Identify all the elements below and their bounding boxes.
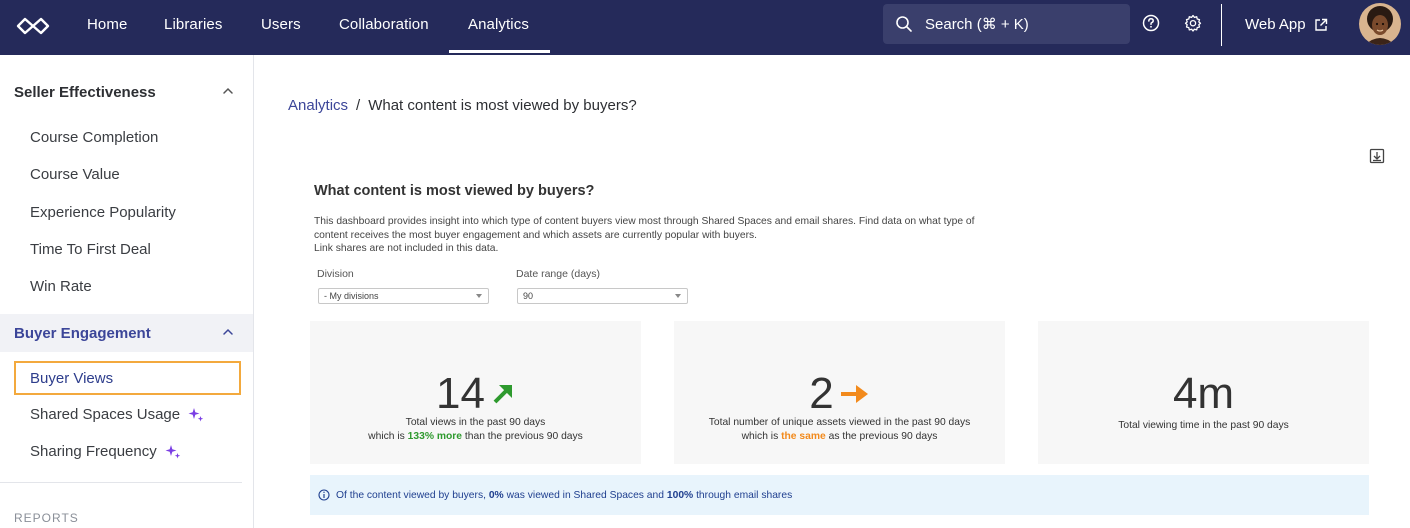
info-icon [318, 489, 330, 501]
nav-divider [1221, 4, 1222, 46]
sparkle-icon [165, 444, 180, 458]
avatar[interactable] [1359, 3, 1401, 45]
gear-icon[interactable] [1184, 14, 1202, 32]
kpi-value: 4m [1172, 369, 1235, 418]
kpi-description: Total views in the past 90 days which is… [310, 416, 641, 444]
nav-users[interactable]: Users [261, 0, 301, 55]
info-middle: was viewed in Shared Spaces and [503, 489, 667, 501]
kpi-comparison: which is 133% more than the previous 90 … [310, 430, 641, 444]
kpi-comparison-suffix: as the previous 90 days [825, 431, 938, 442]
avatar-image [1359, 3, 1401, 45]
sparkle-icon [188, 407, 204, 421]
search-icon [896, 16, 912, 32]
date-range-label: Date range (days) [516, 268, 601, 280]
nav-home[interactable]: Home [87, 0, 127, 55]
help-icon[interactable] [1142, 14, 1160, 32]
sidebar-item-experience-popularity[interactable]: Experience Popularity [30, 204, 176, 221]
sidebar-item-win-rate[interactable]: Win Rate [30, 278, 92, 295]
chevron-down-icon [476, 294, 482, 298]
sidebar-item-label: Shared Spaces Usage [30, 406, 181, 423]
division-label: Division [317, 268, 354, 280]
sidebar-item-course-value[interactable]: Course Value [30, 166, 120, 183]
info-suffix: through email shares [693, 489, 793, 501]
arrow-up-right-icon [493, 385, 512, 404]
description-line: Link shares are not included in this dat… [314, 243, 499, 254]
chevron-up-icon [223, 87, 233, 94]
kpi-value-row: 4m [1038, 369, 1369, 419]
web-app-label: Web App [1245, 16, 1306, 33]
sidebar-item-label: Sharing Frequency [30, 443, 157, 460]
section-seller-effectiveness[interactable]: Seller Effectiveness [0, 73, 253, 111]
section-title: Buyer Engagement [14, 324, 151, 342]
download-icon[interactable] [1369, 148, 1385, 164]
breadcrumb: Analytics / What content is most viewed … [288, 97, 637, 114]
kpi-description: Total number of unique assets viewed in … [674, 416, 1005, 444]
dashboard-description: This dashboard provides insight into whi… [314, 215, 994, 256]
sidebar: Seller Effectiveness Course Completion C… [0, 55, 254, 528]
search-input[interactable]: Search (⌘ + K) [883, 4, 1130, 44]
arrow-right-icon [840, 385, 868, 403]
breadcrumb-current: What content is most viewed by buyers? [368, 97, 637, 114]
date-range-value: 90 [523, 291, 534, 301]
division-value: - My divisions [324, 291, 379, 301]
kpi-description: Total viewing time in the past 90 days [1038, 419, 1369, 433]
info-text: Of the content viewed by buyers, 0% was … [336, 490, 792, 501]
kpi-change-value: 133% more [407, 431, 463, 442]
section-buyer-engagement[interactable]: Buyer Engagement [0, 314, 253, 352]
logo-icon[interactable] [16, 15, 50, 37]
dashboard-title: What content is most viewed by buyers? [314, 183, 595, 199]
sidebar-item-shared-spaces-usage[interactable]: Shared Spaces Usage [30, 406, 204, 423]
date-range-select[interactable]: 90 [517, 288, 688, 304]
breadcrumb-analytics-link[interactable]: Analytics [288, 97, 348, 114]
division-select[interactable]: - My divisions [318, 288, 489, 304]
reports-label: REPORTS [14, 511, 79, 525]
kpi-line: Total number of unique assets viewed in … [708, 417, 971, 428]
description-line: content receives the most buyer engageme… [314, 229, 758, 241]
shared-spaces-pct: 0% [488, 489, 504, 501]
kpi-value-row: 14 [310, 369, 641, 419]
sidebar-divider [0, 482, 242, 483]
kpi-value: 14 [436, 369, 485, 418]
kpi-card-total-views: 14 Total views in the past 90 days which… [310, 321, 641, 464]
kpi-value-row: 2 [674, 369, 1005, 419]
kpi-card-viewing-time: 4m Total viewing time in the past 90 day… [1038, 321, 1369, 464]
info-banner: Of the content viewed by buyers, 0% was … [310, 475, 1369, 515]
chevron-down-icon [675, 294, 681, 298]
kpi-value: 2 [809, 369, 834, 418]
nav-collaboration[interactable]: Collaboration [339, 0, 429, 55]
kpi-comparison: which is the same as the previous 90 day… [674, 430, 1005, 444]
top-navigation: Home Libraries Users Collaboration Analy… [0, 0, 1410, 55]
sidebar-item-buyer-views[interactable]: Buyer Views [14, 361, 241, 395]
kpi-comparison-prefix: which is [368, 431, 408, 442]
kpi-line: Total viewing time in the past 90 days [1118, 420, 1289, 431]
web-app-link[interactable]: Web App [1245, 0, 1328, 49]
email-pct: 100% [666, 489, 694, 501]
kpi-card-unique-assets: 2 Total number of unique assets viewed i… [674, 321, 1005, 464]
external-link-icon [1314, 18, 1327, 31]
kpi-line: Total views in the past 90 days [405, 417, 546, 428]
section-title: Seller Effectiveness [14, 83, 156, 101]
breadcrumb-separator: / [356, 97, 361, 114]
chevron-up-icon [223, 328, 233, 335]
nav-analytics[interactable]: Analytics [449, 0, 550, 55]
sidebar-item-sharing-frequency[interactable]: Sharing Frequency [30, 443, 181, 460]
sidebar-item-time-to-first-deal[interactable]: Time To First Deal [30, 241, 151, 258]
sidebar-item-course-completion[interactable]: Course Completion [30, 129, 158, 146]
nav-libraries[interactable]: Libraries [164, 0, 222, 55]
kpi-comparison-prefix: which is [741, 431, 782, 442]
description-line: This dashboard provides insight into whi… [314, 216, 975, 227]
search-placeholder: Search (⌘ + K) [925, 16, 1029, 33]
kpi-comparison-suffix: than the previous 90 days [462, 431, 583, 442]
kpi-change-value: the same [781, 431, 826, 442]
info-prefix: Of the content viewed by buyers, [336, 489, 489, 501]
